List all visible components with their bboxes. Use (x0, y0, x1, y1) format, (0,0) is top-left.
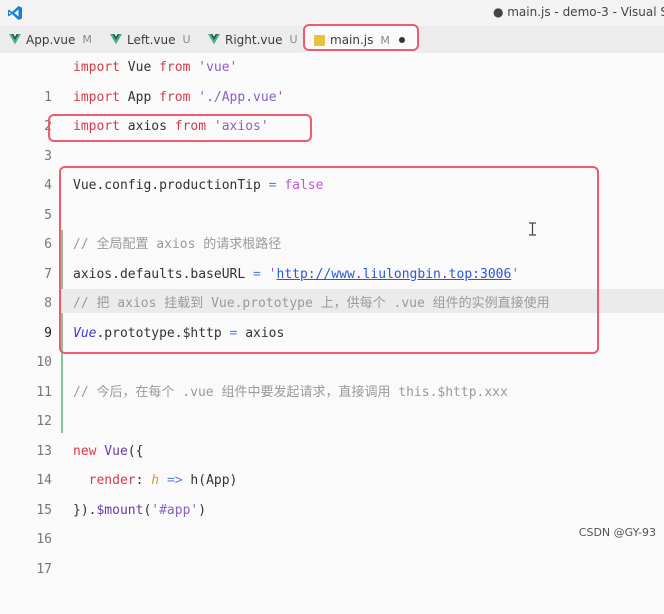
line-code[interactable]: import Vue from 'vue' (73, 53, 237, 83)
line-code[interactable]: import App from './App.vue' (73, 83, 284, 113)
watermark: CSDN @GY-93 (578, 526, 656, 539)
code-line: 17 (0, 525, 664, 577)
line-code[interactable]: new Vue({ (73, 437, 143, 467)
code-line: 16 }).$mount('#app') (0, 496, 664, 548)
vue-file-icon (110, 34, 122, 45)
title-bar: ● main.js - demo-3 - Visual S (0, 0, 664, 26)
annotation-box-import-axios (48, 114, 312, 142)
code-line: 2 import App from './App.vue' (0, 83, 664, 135)
code-line: 12 // 今后，在每个 .vue 组件中要发起请求，直接调用 this.$ht… (0, 378, 664, 430)
tab-left-vue[interactable]: Left.vue U (110, 26, 191, 53)
code-line: 14 new Vue({ (0, 437, 664, 489)
git-status-badge: U (182, 33, 191, 46)
tab-label: Left.vue (127, 32, 176, 47)
line-code[interactable]: // 今后，在每个 .vue 组件中要发起请求，直接调用 this.$http.… (73, 378, 508, 408)
vscode-logo-icon (8, 6, 22, 20)
tab-right-vue[interactable]: Right.vue U (208, 26, 298, 53)
git-status-badge: M (82, 33, 92, 46)
line-number: 17 (36, 561, 52, 577)
annotation-box-main-tab (303, 24, 419, 51)
tab-app-vue[interactable]: App.vue M (9, 26, 92, 53)
text-cursor-icon (529, 222, 536, 236)
window-title: ● main.js - demo-3 - Visual S (492, 5, 664, 19)
code-line: 13 (0, 407, 664, 459)
line-code[interactable]: }).$mount('#app') (73, 496, 206, 526)
code-line: 15 render: h => h(App) (0, 466, 664, 518)
line-code[interactable]: render: h => h(App) (73, 466, 238, 496)
vue-file-icon (208, 34, 220, 45)
tab-label: Right.vue (225, 32, 283, 47)
annotation-box-axios-config (59, 166, 599, 354)
vue-file-icon (9, 34, 21, 45)
tab-label: App.vue (26, 32, 76, 47)
git-status-badge: U (289, 33, 298, 46)
code-line: 1 import Vue from 'vue' (0, 53, 664, 105)
